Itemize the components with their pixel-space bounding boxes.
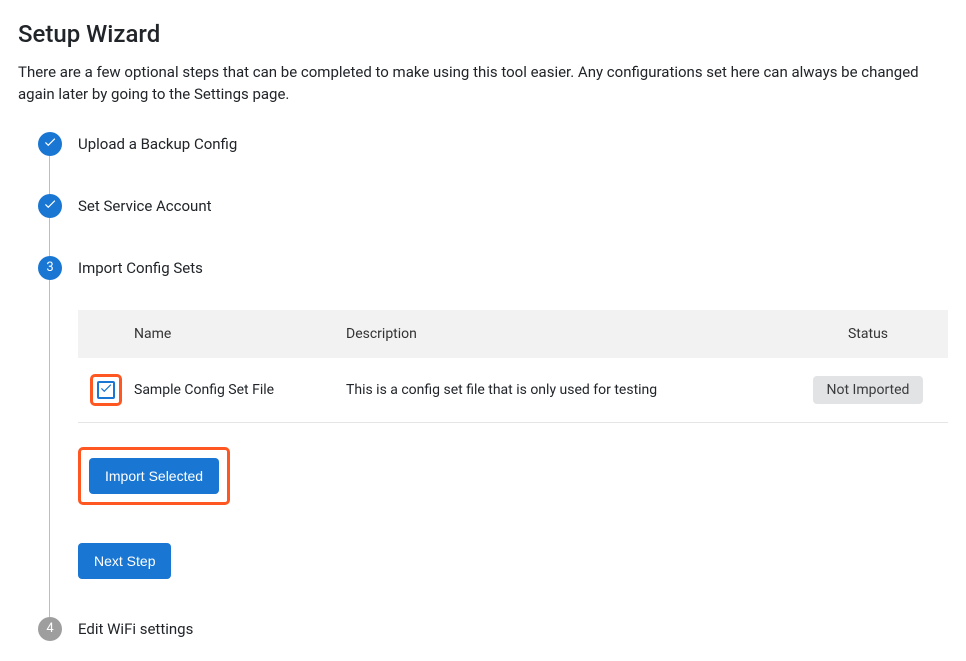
status-badge: Not Imported — [813, 376, 924, 404]
step-connector — [49, 156, 50, 194]
step-circle-done — [38, 194, 62, 218]
import-selected-button[interactable]: Import Selected — [89, 458, 219, 494]
stepper: Upload a Backup Config Set Service Accou… — [38, 132, 948, 641]
table-header-row: Name Description Status — [78, 310, 948, 358]
step-circle-done — [38, 132, 62, 156]
col-header-description: Description — [334, 310, 788, 358]
cell-description: This is a config set file that is only u… — [334, 358, 788, 423]
table-row: Sample Config Set File This is a config … — [78, 358, 948, 423]
step-label: Upload a Backup Config — [78, 132, 948, 156]
step-label: Import Config Sets — [78, 256, 948, 280]
step-connector — [49, 280, 50, 617]
col-header-check — [78, 310, 134, 358]
intro-text: There are a few optional steps that can … — [18, 62, 948, 106]
next-step-wrap: Next Step — [78, 543, 948, 579]
step-content: Name Description Status — [78, 310, 948, 579]
step-import-config: 3 Import Config Sets Name Description St… — [38, 256, 948, 617]
step-service-account: Set Service Account — [38, 194, 948, 256]
step-label: Set Service Account — [78, 194, 948, 218]
cell-name: Sample Config Set File — [134, 358, 334, 423]
step-label: Edit WiFi settings — [78, 617, 948, 641]
col-header-status: Status — [788, 310, 948, 358]
col-header-name: Name — [134, 310, 334, 358]
config-table: Name Description Status — [78, 310, 948, 423]
page-title: Setup Wizard — [18, 20, 948, 48]
step-upload-backup: Upload a Backup Config — [38, 132, 948, 194]
highlight-checkbox — [90, 374, 122, 406]
step-wifi-settings: 4 Edit WiFi settings — [38, 617, 948, 641]
step-circle-future: 4 — [38, 617, 62, 641]
next-step-button[interactable]: Next Step — [78, 543, 171, 579]
row-checkbox[interactable] — [97, 381, 115, 399]
check-icon — [43, 135, 57, 153]
check-icon — [43, 197, 57, 215]
import-button-wrap: Import Selected — [78, 447, 948, 505]
check-icon — [99, 381, 113, 399]
step-circle-active: 3 — [38, 256, 62, 280]
highlight-import-button: Import Selected — [78, 447, 230, 505]
step-connector — [49, 218, 50, 256]
